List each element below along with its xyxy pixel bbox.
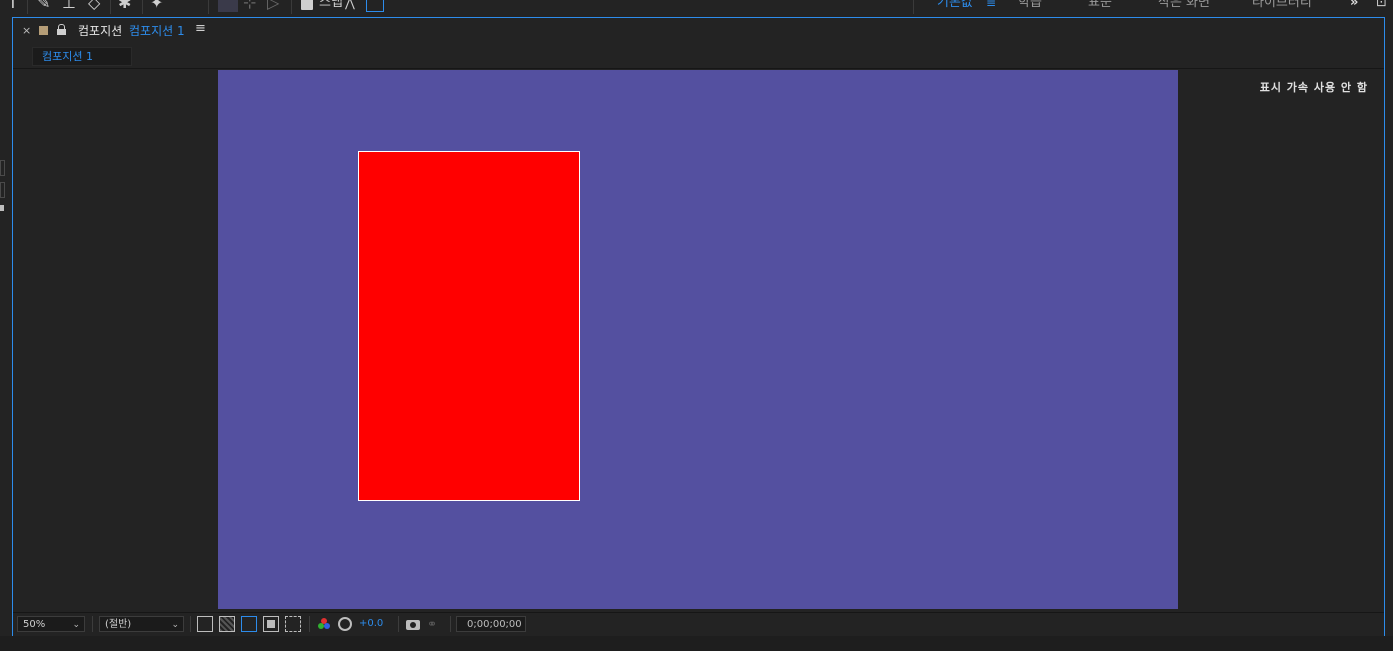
close-panel-button[interactable]: ×	[22, 24, 31, 37]
panel-title-prefix: 컴포지션	[78, 24, 123, 38]
magnification-value: 50%	[23, 619, 46, 630]
panel-title-comp-name[interactable]: 컴포지션 1	[129, 22, 185, 39]
chevron-down-icon: ⌄	[171, 620, 179, 630]
more-workspaces-icon[interactable]: »	[1350, 0, 1358, 11]
comp-navigator-tab[interactable]: 컴포지션 1	[32, 47, 132, 66]
snapshot-camera-icon[interactable]	[405, 616, 421, 632]
composition-viewer[interactable]: 표시 가속 사용 안 함	[13, 69, 1384, 612]
resolution-value: (절반)	[105, 619, 132, 630]
roto-brush-tool-icon[interactable]: ✱	[118, 0, 131, 12]
workspace-tab-default[interactable]: 기본값	[937, 0, 973, 11]
gpu-acceleration-status: 표시 가속 사용 안 함	[1259, 81, 1368, 94]
toolbar-divider	[913, 0, 914, 14]
footer-divider	[398, 616, 399, 632]
bottom-panel-edge	[0, 636, 1393, 651]
panel-header: × 컴포지션 컴포지션 1 ≡	[13, 18, 1384, 44]
viewer-footer-controls: 50% ⌄ (절반) ⌄ +0.0 ⚭ 0;00;00;00	[13, 612, 1384, 636]
magnification-dropdown[interactable]: 50% ⌄	[17, 616, 85, 632]
snap-checkbox[interactable]	[301, 0, 313, 10]
composition-canvas[interactable]	[218, 70, 1178, 609]
toolbar-divider	[208, 0, 209, 14]
left-panel-edge	[0, 155, 5, 215]
footer-divider	[92, 616, 93, 632]
puppet-pin-tool-icon[interactable]: ✦	[150, 0, 163, 12]
local-axis-icon[interactable]	[218, 0, 238, 12]
snap-label: 스냅	[319, 0, 343, 10]
workspace-tab-learn[interactable]: 학습	[1018, 0, 1042, 11]
grid-guides-icon[interactable]	[285, 616, 301, 632]
type-tool-icon[interactable]: T	[8, 0, 18, 12]
shape-layer-rectangle[interactable]	[358, 151, 580, 501]
transparency-grid-icon[interactable]	[219, 616, 235, 632]
toolbar-divider	[291, 0, 292, 14]
mask-visibility-icon[interactable]	[241, 616, 257, 632]
panel-menu-icon[interactable]: ≡	[195, 21, 206, 36]
lock-icon-body	[57, 29, 66, 35]
region-of-interest-icon[interactable]	[263, 616, 279, 632]
eraser-tool-icon[interactable]: ◇	[88, 0, 100, 12]
toolbar-divider	[142, 0, 143, 14]
brush-tool-icon[interactable]: ✎	[37, 0, 50, 12]
label-color-swatch[interactable]	[39, 26, 48, 35]
toolbar-divider	[110, 0, 111, 14]
current-time-display[interactable]: 0;00;00;00	[456, 616, 526, 632]
top-toolbar: T ✎ ⊥ ◇ ✱ ✦ ⊹ ▷ 스냅 ⋀ 기본값 ≡ 학습 표준 작은 화면 라…	[0, 0, 1393, 14]
exposure-value[interactable]: +0.0	[359, 618, 383, 629]
search-help-icon[interactable]: ⊡	[1376, 0, 1387, 12]
workspace-menu-icon[interactable]: ≡	[986, 0, 996, 11]
clone-stamp-tool-icon[interactable]: ⊥	[62, 0, 76, 12]
resolution-dropdown[interactable]: (절반) ⌄	[99, 616, 184, 632]
composition-panel: × 컴포지션 컴포지션 1 ≡ 컴포지션 1 표시 가속 사용 안 함 50% …	[12, 17, 1385, 636]
snap-options-icon[interactable]: ⋀	[345, 0, 355, 12]
reset-exposure-icon[interactable]	[338, 617, 352, 631]
world-axis-icon[interactable]: ⊹	[243, 0, 256, 12]
toolbar-divider	[27, 0, 28, 14]
fast-previews-icon[interactable]	[197, 616, 213, 632]
show-snapshot-icon[interactable]: ⚭	[427, 616, 443, 632]
footer-divider	[190, 616, 191, 632]
workspace-tab-standard[interactable]: 표준	[1088, 0, 1112, 11]
snap-feature-icon[interactable]	[366, 0, 384, 12]
chevron-down-icon: ⌄	[72, 620, 80, 630]
workspace-tab-small-screen[interactable]: 작은 화면	[1158, 0, 1210, 11]
composition-navigator: 컴포지션 1	[13, 44, 1384, 69]
view-axis-icon[interactable]: ▷	[267, 0, 279, 12]
footer-divider	[309, 616, 310, 632]
color-channels-icon[interactable]	[316, 616, 332, 632]
workspace-tab-libraries[interactable]: 라이브러리	[1252, 0, 1312, 11]
footer-divider	[450, 616, 451, 632]
